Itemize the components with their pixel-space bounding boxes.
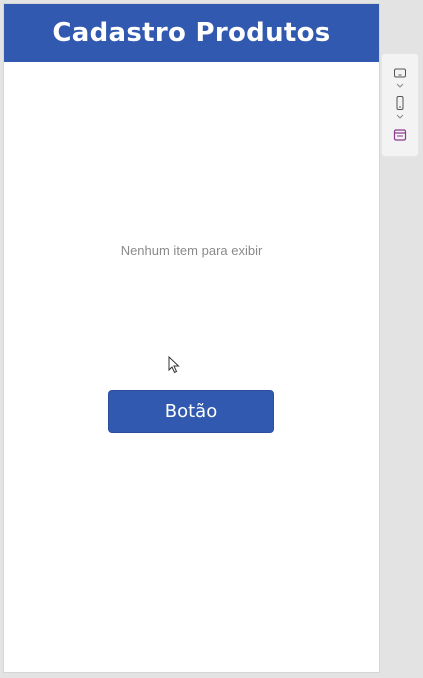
- main-button[interactable]: Botão: [108, 390, 274, 433]
- tablet-landscape-icon[interactable]: [393, 66, 407, 80]
- mouse-cursor-icon: [168, 356, 180, 374]
- app-canvas: Cadastro Produtos Nenhum item para exibi…: [4, 4, 379, 672]
- device-side-panel: [381, 53, 419, 157]
- chevron-down-icon[interactable]: [395, 83, 405, 89]
- page-title: Cadastro Produtos: [52, 18, 331, 48]
- phone-icon[interactable]: [393, 96, 407, 110]
- gallery-empty-message: Nenhum item para exibir: [120, 243, 263, 258]
- header-bar: Cadastro Produtos: [4, 4, 379, 62]
- chevron-down-icon[interactable]: [395, 114, 405, 120]
- calendar-icon[interactable]: [393, 128, 407, 142]
